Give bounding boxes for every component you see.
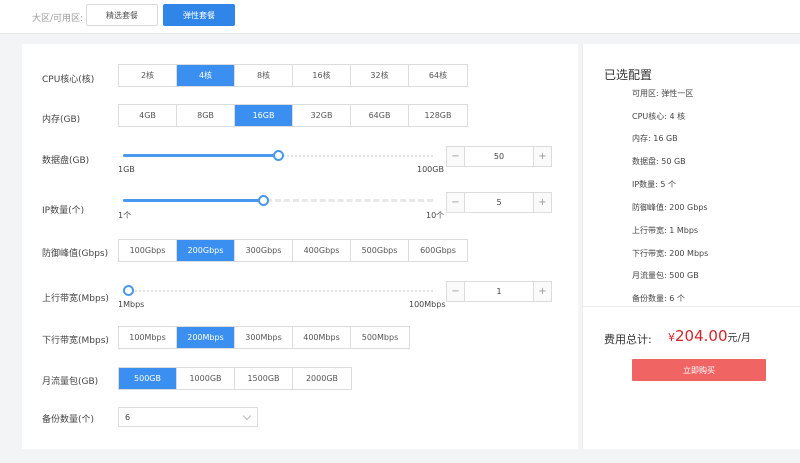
- defense-selector: 100Gbps 200Gbps 300Gbps 400Gbps 500Gbps …: [118, 239, 468, 262]
- backup-select[interactable]: 6: [118, 407, 258, 427]
- disk-increment-button[interactable]: +: [533, 147, 551, 166]
- disk-decrement-button[interactable]: −: [447, 147, 465, 166]
- summary-memory: 内存: 16 GB: [632, 134, 678, 143]
- summary-cpu: CPU核心: 4 核: [632, 112, 686, 121]
- package-flexible-button[interactable]: 弹性套餐: [163, 4, 235, 26]
- memory-option-4gb[interactable]: 4GB: [119, 105, 177, 126]
- summary-zone: 可用区: 弹性一区: [632, 89, 694, 98]
- ip-max-label: 10个: [426, 211, 445, 220]
- ip-slider-fill: [123, 199, 263, 202]
- memory-label: 内存(GB): [42, 115, 81, 125]
- upload-increment-button[interactable]: +: [533, 282, 551, 301]
- download-label: 下行带宽(Mbps): [42, 336, 109, 346]
- memory-option-64gb[interactable]: 64GB: [351, 105, 409, 126]
- summary-disk: 数据盘: 50 GB: [632, 157, 686, 166]
- download-option-300[interactable]: 300Mbps: [235, 327, 293, 348]
- upload-value-input[interactable]: 1: [465, 282, 533, 301]
- disk-label: 数据盘(GB): [42, 156, 90, 166]
- region-label: 大区/可用区:: [32, 14, 84, 24]
- chevron-down-icon: [242, 411, 252, 421]
- price-currency: ¥: [668, 331, 675, 344]
- cpu-option-4[interactable]: 4核: [177, 65, 235, 86]
- summary-traffic: 月流量包: 500 GB: [632, 271, 699, 280]
- ip-slider[interactable]: [123, 195, 433, 207]
- upload-slider[interactable]: [123, 285, 433, 297]
- cpu-option-8[interactable]: 8核: [235, 65, 293, 86]
- cpu-label: CPU核心(核): [42, 75, 95, 85]
- disk-slider-fill: [123, 154, 278, 157]
- traffic-option-2000[interactable]: 2000GB: [293, 368, 351, 389]
- upload-stepper: − 1 +: [446, 281, 552, 302]
- memory-selector: 4GB 8GB 16GB 32GB 64GB 128GB: [118, 104, 468, 127]
- download-selector: 100Mbps 200Mbps 300Mbps 400Mbps 500Mbps: [118, 326, 410, 349]
- memory-option-128gb[interactable]: 128GB: [409, 105, 467, 126]
- ip-value-input[interactable]: 5: [465, 193, 533, 212]
- disk-stepper: − 50 +: [446, 146, 552, 167]
- defense-option-500[interactable]: 500Gbps: [351, 240, 409, 261]
- summary-upload: 上行带宽: 1 Mbps: [632, 226, 699, 235]
- ip-label: IP数量(个): [42, 206, 85, 216]
- memory-option-16gb[interactable]: 16GB: [235, 105, 293, 126]
- price-amount: 204.00: [675, 327, 728, 345]
- disk-slider[interactable]: [123, 150, 433, 162]
- disk-min-label: 1GB: [118, 165, 135, 174]
- ip-min-label: 1个: [118, 211, 132, 220]
- upload-slider-track: [123, 290, 433, 293]
- upload-decrement-button[interactable]: −: [447, 282, 465, 301]
- traffic-option-1000[interactable]: 1000GB: [177, 368, 235, 389]
- defense-option-200[interactable]: 200Gbps: [177, 240, 235, 261]
- upload-max-label: 100Mbps: [409, 300, 446, 309]
- download-option-200[interactable]: 200Mbps: [177, 327, 235, 348]
- backup-label: 备份数量(个): [42, 415, 95, 425]
- summary-defense: 防御峰值: 200 Gbps: [632, 203, 708, 212]
- upload-label: 上行带宽(Mbps): [42, 294, 109, 304]
- summary-divider: [582, 306, 800, 307]
- ip-slider-handle[interactable]: [258, 195, 269, 206]
- package-featured-button[interactable]: 精选套餐: [86, 4, 158, 26]
- defense-option-300[interactable]: 300Gbps: [235, 240, 293, 261]
- memory-option-32gb[interactable]: 32GB: [293, 105, 351, 126]
- download-option-100[interactable]: 100Mbps: [119, 327, 177, 348]
- defense-option-400[interactable]: 400Gbps: [293, 240, 351, 261]
- upload-min-label: 1Mbps: [118, 300, 145, 309]
- defense-option-100[interactable]: 100Gbps: [119, 240, 177, 261]
- defense-label: 防御峰值(Gbps): [42, 249, 109, 259]
- disk-value-input[interactable]: 50: [465, 147, 533, 166]
- backup-select-value: 6: [125, 412, 131, 422]
- total-price: ¥204.00元/月: [668, 327, 751, 345]
- total-label: 费用总计:: [604, 333, 652, 346]
- download-option-500[interactable]: 500Mbps: [351, 327, 409, 348]
- package-bar: 大区/可用区: 精选套餐 弹性套餐: [0, 0, 800, 34]
- cpu-selector: 2核 4核 8核 16核 32核 64核: [118, 64, 468, 87]
- cpu-option-16[interactable]: 16核: [293, 65, 351, 86]
- traffic-option-1500[interactable]: 1500GB: [235, 368, 293, 389]
- upload-slider-handle[interactable]: [123, 285, 134, 296]
- traffic-label: 月流量包(GB): [42, 377, 99, 387]
- summary-ip: IP数量: 5 个: [632, 180, 677, 189]
- summary-download: 下行带宽: 200 Mbps: [632, 249, 709, 258]
- price-unit: 元/月: [727, 333, 751, 344]
- traffic-selector: 500GB 1000GB 1500GB 2000GB: [118, 367, 352, 390]
- disk-slider-handle[interactable]: [273, 150, 284, 161]
- memory-option-8gb[interactable]: 8GB: [177, 105, 235, 126]
- summary-backup: 备份数量: 6 个: [632, 294, 685, 303]
- summary-panel: [582, 44, 800, 449]
- defense-option-600[interactable]: 600Gbps: [409, 240, 467, 261]
- ip-decrement-button[interactable]: −: [447, 193, 465, 212]
- traffic-option-500[interactable]: 500GB: [119, 368, 177, 389]
- ip-increment-button[interactable]: +: [533, 193, 551, 212]
- download-option-400[interactable]: 400Mbps: [293, 327, 351, 348]
- buy-now-button[interactable]: 立即购买: [632, 359, 766, 381]
- cpu-option-2[interactable]: 2核: [119, 65, 177, 86]
- ip-stepper: − 5 +: [446, 192, 552, 213]
- cpu-option-32[interactable]: 32核: [351, 65, 409, 86]
- disk-max-label: 100GB: [417, 165, 444, 174]
- summary-title: 已选配置: [604, 68, 653, 82]
- cpu-option-64[interactable]: 64核: [409, 65, 467, 86]
